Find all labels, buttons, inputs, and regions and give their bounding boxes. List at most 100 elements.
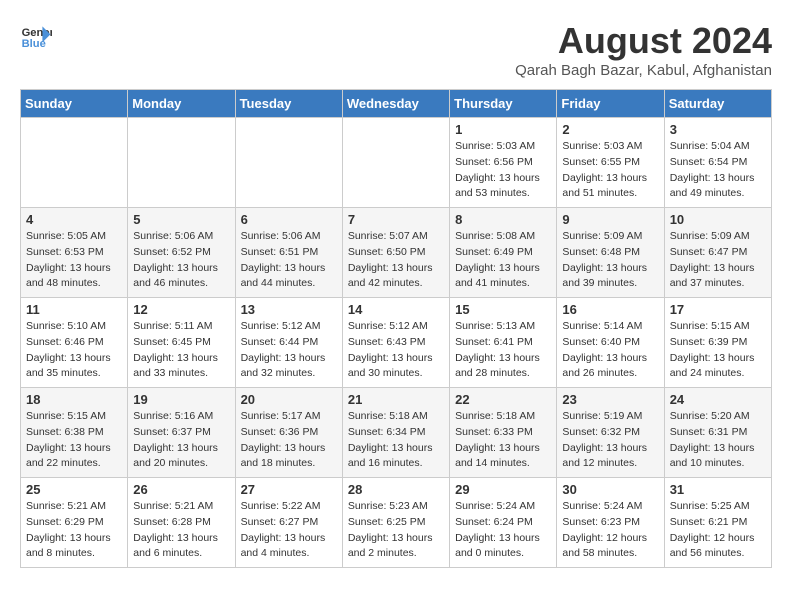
day-number: 21 <box>348 392 444 407</box>
calendar-cell <box>342 118 449 208</box>
day-number: 24 <box>670 392 766 407</box>
day-info: Sunrise: 5:21 AM Sunset: 6:28 PM Dayligh… <box>133 499 229 562</box>
calendar-cell: 22 Sunrise: 5:18 AM Sunset: 6:33 PM Dayli… <box>450 388 557 478</box>
calendar-cell: 5 Sunrise: 5:06 AM Sunset: 6:52 PM Daylig… <box>128 208 235 298</box>
calendar-cell <box>21 118 128 208</box>
calendar-cell: 9 Sunrise: 5:09 AM Sunset: 6:48 PM Daylig… <box>557 208 664 298</box>
calendar-cell: 21 Sunrise: 5:18 AM Sunset: 6:34 PM Dayli… <box>342 388 449 478</box>
calendar-cell: 4 Sunrise: 5:05 AM Sunset: 6:53 PM Daylig… <box>21 208 128 298</box>
day-info: Sunrise: 5:24 AM Sunset: 6:23 PM Dayligh… <box>562 499 658 562</box>
week-row-5: 25Sunrise: 5:21 AM Sunset: 6:29 PM Dayli… <box>21 478 772 568</box>
calendar-cell: 15Sunrise: 5:13 AM Sunset: 6:41 PM Dayli… <box>450 298 557 388</box>
day-info: Sunrise: 5:10 AM Sunset: 6:46 PM Dayligh… <box>26 319 122 382</box>
calendar-cell: 1 Sunrise: 5:03 AM Sunset: 6:56 PM Daylig… <box>450 118 557 208</box>
day-number: 11 <box>26 302 122 317</box>
location: Qarah Bagh Bazar, Kabul, Afghanistan <box>515 62 772 79</box>
calendar-cell: 7 Sunrise: 5:07 AM Sunset: 6:50 PM Daylig… <box>342 208 449 298</box>
calendar-cell: 6 Sunrise: 5:06 AM Sunset: 6:51 PM Daylig… <box>235 208 342 298</box>
calendar-cell: 27 Sunrise: 5:22 AM Sunset: 6:27 PM Dayli… <box>235 478 342 568</box>
week-row-1: 1 Sunrise: 5:03 AM Sunset: 6:56 PM Daylig… <box>21 118 772 208</box>
svg-text:Blue: Blue <box>22 38 46 50</box>
calendar-cell: 19 Sunrise: 5:16 AM Sunset: 6:37 PM Dayli… <box>128 388 235 478</box>
day-info: Sunrise: 5:23 AM Sunset: 6:25 PM Dayligh… <box>348 499 444 562</box>
calendar-cell: 24 Sunrise: 5:20 AM Sunset: 6:31 PM Dayli… <box>664 388 771 478</box>
calendar-cell: 10 Sunrise: 5:09 AM Sunset: 6:47 PM Dayli… <box>664 208 771 298</box>
logo-icon: General Blue <box>20 20 52 52</box>
day-number: 17 <box>670 302 766 317</box>
day-info: Sunrise: 5:03 AM Sunset: 6:55 PM Dayligh… <box>562 139 658 202</box>
day-number: 22 <box>455 392 551 407</box>
weekday-header-row: SundayMondayTuesdayWednesdayThursdayFrid… <box>21 90 772 118</box>
day-info: Sunrise: 5:06 AM Sunset: 6:51 PM Dayligh… <box>241 229 337 292</box>
day-number: 27 <box>241 482 337 497</box>
calendar-cell: 20Sunrise: 5:17 AM Sunset: 6:36 PM Dayli… <box>235 388 342 478</box>
calendar-table: SundayMondayTuesdayWednesdayThursdayFrid… <box>20 89 772 568</box>
day-info: Sunrise: 5:20 AM Sunset: 6:31 PM Dayligh… <box>670 409 766 472</box>
day-info: Sunrise: 5:12 AM Sunset: 6:43 PM Dayligh… <box>348 319 444 382</box>
day-info: Sunrise: 5:05 AM Sunset: 6:53 PM Dayligh… <box>26 229 122 292</box>
day-info: Sunrise: 5:09 AM Sunset: 6:48 PM Dayligh… <box>562 229 658 292</box>
day-info: Sunrise: 5:03 AM Sunset: 6:56 PM Dayligh… <box>455 139 551 202</box>
day-info: Sunrise: 5:07 AM Sunset: 6:50 PM Dayligh… <box>348 229 444 292</box>
day-number: 1 <box>455 122 551 137</box>
title-area: August 2024 Qarah Bagh Bazar, Kabul, Afg… <box>515 20 772 79</box>
calendar-cell: 26 Sunrise: 5:21 AM Sunset: 6:28 PM Dayli… <box>128 478 235 568</box>
day-info: Sunrise: 5:13 AM Sunset: 6:41 PM Dayligh… <box>455 319 551 382</box>
day-info: Sunrise: 5:11 AM Sunset: 6:45 PM Dayligh… <box>133 319 229 382</box>
calendar-cell: 2 Sunrise: 5:03 AM Sunset: 6:55 PM Daylig… <box>557 118 664 208</box>
day-number: 29 <box>455 482 551 497</box>
day-info: Sunrise: 5:22 AM Sunset: 6:27 PM Dayligh… <box>241 499 337 562</box>
day-info: Sunrise: 5:15 AM Sunset: 6:38 PM Dayligh… <box>26 409 122 472</box>
day-number: 31 <box>670 482 766 497</box>
week-row-2: 4 Sunrise: 5:05 AM Sunset: 6:53 PM Daylig… <box>21 208 772 298</box>
calendar-cell: 8 Sunrise: 5:08 AM Sunset: 6:49 PM Daylig… <box>450 208 557 298</box>
day-number: 8 <box>455 212 551 227</box>
day-number: 9 <box>562 212 658 227</box>
calendar-cell: 25Sunrise: 5:21 AM Sunset: 6:29 PM Dayli… <box>21 478 128 568</box>
day-info: Sunrise: 5:24 AM Sunset: 6:24 PM Dayligh… <box>455 499 551 562</box>
day-number: 13 <box>241 302 337 317</box>
day-number: 4 <box>26 212 122 227</box>
day-info: Sunrise: 5:18 AM Sunset: 6:34 PM Dayligh… <box>348 409 444 472</box>
calendar-cell <box>235 118 342 208</box>
weekday-header-monday: Monday <box>128 90 235 118</box>
day-info: Sunrise: 5:06 AM Sunset: 6:52 PM Dayligh… <box>133 229 229 292</box>
calendar-cell: 29 Sunrise: 5:24 AM Sunset: 6:24 PM Dayli… <box>450 478 557 568</box>
calendar-cell: 11 Sunrise: 5:10 AM Sunset: 6:46 PM Dayli… <box>21 298 128 388</box>
day-info: Sunrise: 5:21 AM Sunset: 6:29 PM Dayligh… <box>26 499 122 562</box>
weekday-header-wednesday: Wednesday <box>342 90 449 118</box>
day-info: Sunrise: 5:12 AM Sunset: 6:44 PM Dayligh… <box>241 319 337 382</box>
weekday-header-friday: Friday <box>557 90 664 118</box>
day-number: 19 <box>133 392 229 407</box>
day-number: 16 <box>562 302 658 317</box>
calendar-cell: 13 Sunrise: 5:12 AM Sunset: 6:44 PM Dayli… <box>235 298 342 388</box>
day-number: 7 <box>348 212 444 227</box>
calendar-body: 1 Sunrise: 5:03 AM Sunset: 6:56 PM Daylig… <box>21 118 772 568</box>
day-info: Sunrise: 5:18 AM Sunset: 6:33 PM Dayligh… <box>455 409 551 472</box>
day-number: 18 <box>26 392 122 407</box>
day-number: 3 <box>670 122 766 137</box>
weekday-header-tuesday: Tuesday <box>235 90 342 118</box>
month-title: August 2024 <box>515 20 772 62</box>
weekday-header-saturday: Saturday <box>664 90 771 118</box>
week-row-4: 18 Sunrise: 5:15 AM Sunset: 6:38 PM Dayli… <box>21 388 772 478</box>
day-number: 10 <box>670 212 766 227</box>
calendar-cell: 3 Sunrise: 5:04 AM Sunset: 6:54 PM Daylig… <box>664 118 771 208</box>
day-info: Sunrise: 5:09 AM Sunset: 6:47 PM Dayligh… <box>670 229 766 292</box>
day-info: Sunrise: 5:08 AM Sunset: 6:49 PM Dayligh… <box>455 229 551 292</box>
day-number: 30 <box>562 482 658 497</box>
day-number: 5 <box>133 212 229 227</box>
day-number: 2 <box>562 122 658 137</box>
logo: General Blue <box>20 20 52 52</box>
day-number: 12 <box>133 302 229 317</box>
calendar-cell: 31Sunrise: 5:25 AM Sunset: 6:21 PM Dayli… <box>664 478 771 568</box>
calendar-cell: 30 Sunrise: 5:24 AM Sunset: 6:23 PM Dayli… <box>557 478 664 568</box>
day-number: 26 <box>133 482 229 497</box>
calendar-cell: 18 Sunrise: 5:15 AM Sunset: 6:38 PM Dayli… <box>21 388 128 478</box>
week-row-3: 11 Sunrise: 5:10 AM Sunset: 6:46 PM Dayli… <box>21 298 772 388</box>
day-number: 6 <box>241 212 337 227</box>
day-info: Sunrise: 5:16 AM Sunset: 6:37 PM Dayligh… <box>133 409 229 472</box>
day-number: 20 <box>241 392 337 407</box>
calendar-cell: 23Sunrise: 5:19 AM Sunset: 6:32 PM Dayli… <box>557 388 664 478</box>
day-info: Sunrise: 5:04 AM Sunset: 6:54 PM Dayligh… <box>670 139 766 202</box>
